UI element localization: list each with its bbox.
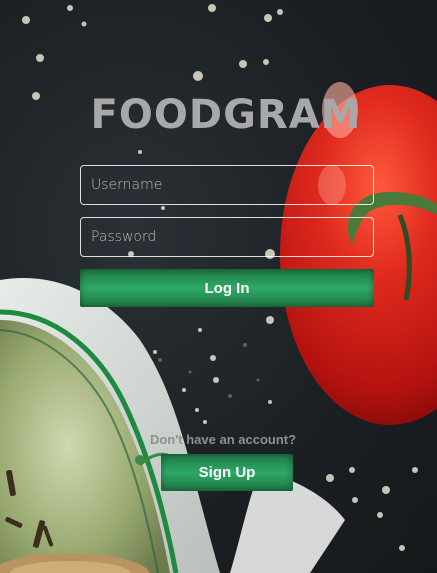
username-input[interactable] [80, 165, 374, 205]
signup-prompt-text: Don't have an account? [149, 432, 297, 447]
signup-button[interactable]: Sign Up [161, 454, 293, 491]
password-input[interactable] [80, 217, 374, 257]
login-button[interactable]: Log In [80, 269, 374, 307]
app-logo: FOODGRAM [90, 92, 362, 138]
